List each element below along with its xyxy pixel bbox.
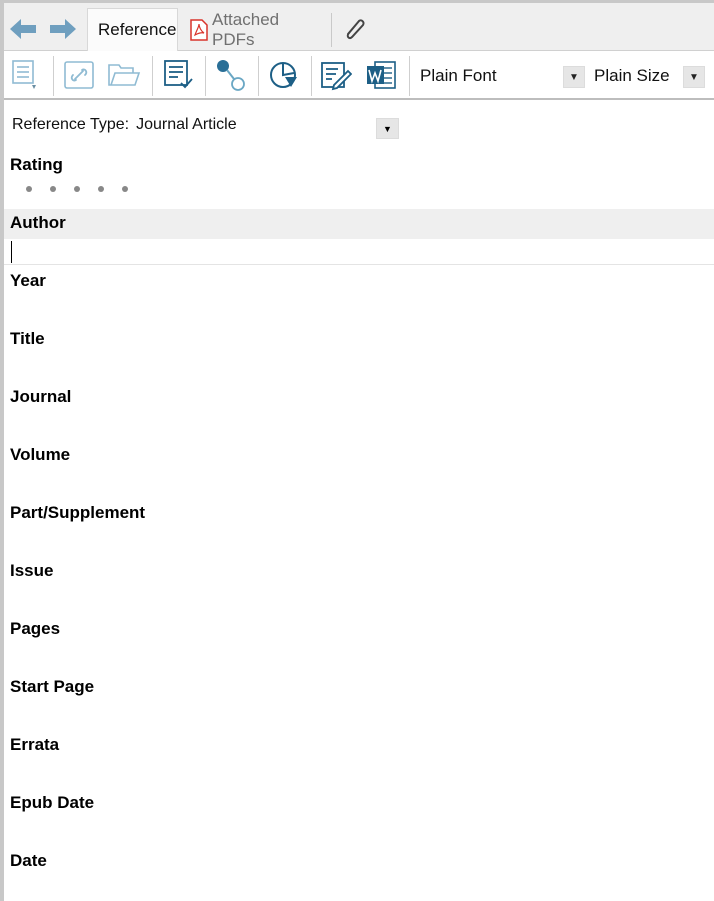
errata-input[interactable] [4,759,714,787]
forward-arrow-icon[interactable] [48,17,78,41]
folder-icon[interactable] [107,57,141,93]
reference-type-dropdown[interactable]: ▼ [376,118,399,139]
edit-icon[interactable] [319,57,353,93]
start-page-input[interactable] [4,701,714,729]
field-label-year: Year [10,271,46,290]
rating-star-3[interactable] [74,186,80,192]
tab-reference-label: Reference [98,20,177,39]
field-label-issue: Issue [10,561,54,580]
part-supplement-input[interactable] [4,527,714,555]
year-input[interactable] [4,295,714,323]
toolbar: Plain Font ▼ Plain Size ▼ [4,52,714,100]
issue-input[interactable] [4,585,714,613]
pages-input[interactable] [4,643,714,671]
volume-input[interactable] [4,469,714,497]
reference-type-value[interactable]: Journal Article [136,116,237,134]
toolbar-divider [311,56,312,96]
rating-star-5[interactable] [122,186,128,192]
title-input[interactable] [4,353,714,381]
author-input[interactable] [4,239,714,265]
field-label-part-supplement: Part/Supplement [10,503,146,522]
toolbar-divider [205,56,206,96]
field-label-errata: Errata [10,735,60,754]
back-arrow-icon[interactable] [8,17,38,41]
paperclip-icon[interactable] [340,15,370,45]
date-input[interactable] [4,875,714,901]
rating-star-2[interactable] [50,186,56,192]
toolbar-divider [258,56,259,96]
tab-attached-pdfs[interactable]: Attached PDFs [180,8,330,51]
reference-type-label: Reference Type: [12,116,130,133]
field-label-epub-date: Epub Date [10,793,95,812]
word-icon[interactable] [364,57,398,93]
field-label-start-page: Start Page [10,677,95,696]
chart-icon[interactable] [266,57,300,93]
pdf-icon [190,18,208,41]
dropdown-arrow-icon: ▼ [689,71,699,83]
journal-input[interactable] [4,411,714,439]
field-label-title: Title [10,329,45,348]
dropdown-arrow-icon: ▼ [383,123,392,134]
insert-reference-icon[interactable] [8,57,42,93]
rating-label: Rating [10,155,63,174]
author-field-header [4,209,714,239]
link-icon[interactable] [62,57,96,93]
text-caret [11,241,12,263]
field-label-volume: Volume [10,445,71,464]
field-label-pages: Pages [10,619,61,638]
font-select-value[interactable]: Plain Font [420,66,497,86]
reference-panel: Reference Type: Journal Article ▼ Rating… [4,102,714,901]
format-reference-icon[interactable] [161,57,195,93]
tab-bar: Reference Attached PDFs [4,3,714,51]
rating-star-4[interactable] [98,186,104,192]
font-dropdown-button[interactable]: ▼ [563,66,585,88]
reference-type-row: Reference Type: Journal Article [12,116,237,134]
rating-control[interactable] [26,186,128,192]
field-label-date: Date [10,851,47,870]
size-select-value[interactable]: Plain Size [594,66,670,86]
group-share-icon[interactable] [214,57,248,93]
field-label-journal: Journal [10,387,72,406]
tab-divider [331,13,332,47]
tab-reference[interactable]: Reference [87,8,178,51]
tab-attached-pdfs-label: Attached PDFs [212,9,280,49]
dropdown-arrow-icon: ▼ [569,71,579,83]
rating-star-1[interactable] [26,186,32,192]
epub-date-input[interactable] [4,817,714,845]
toolbar-divider [409,56,410,96]
size-dropdown-button[interactable]: ▼ [683,66,705,88]
toolbar-divider [152,56,153,96]
toolbar-divider [53,56,54,96]
field-label-author: Author [10,213,66,232]
